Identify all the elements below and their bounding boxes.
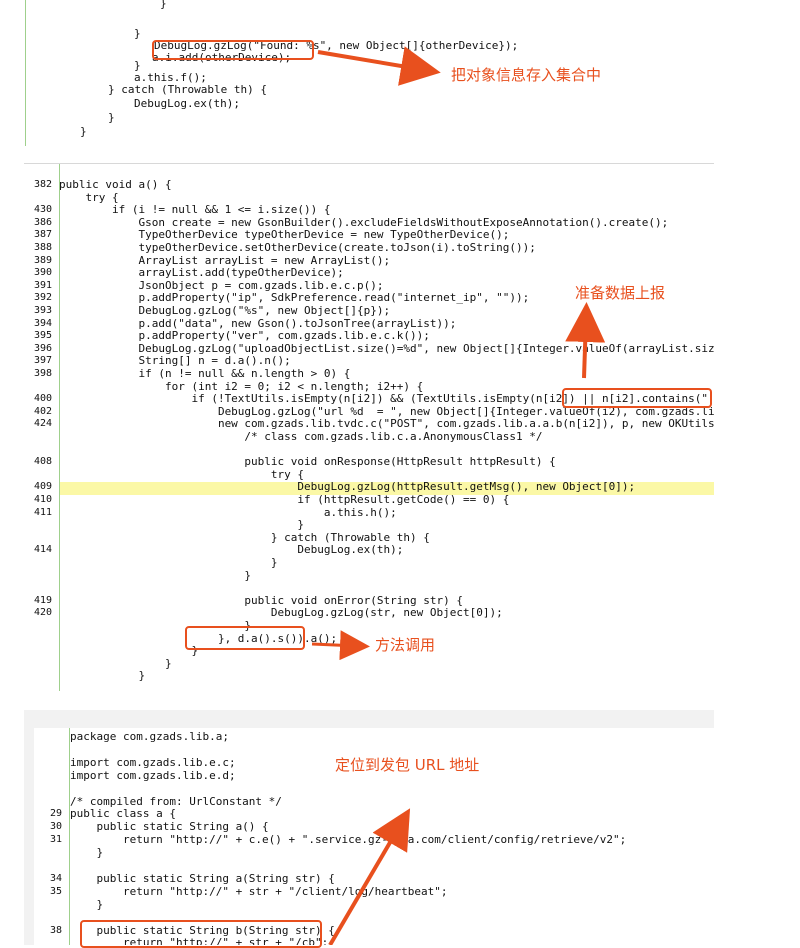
annotation-arrows: [311, 46, 606, 945]
arrow-to-report: [565, 302, 606, 379]
arrow-to-url: [328, 808, 411, 945]
arrow-to-call: [311, 630, 370, 661]
arrow-to-collection: [317, 46, 441, 86]
